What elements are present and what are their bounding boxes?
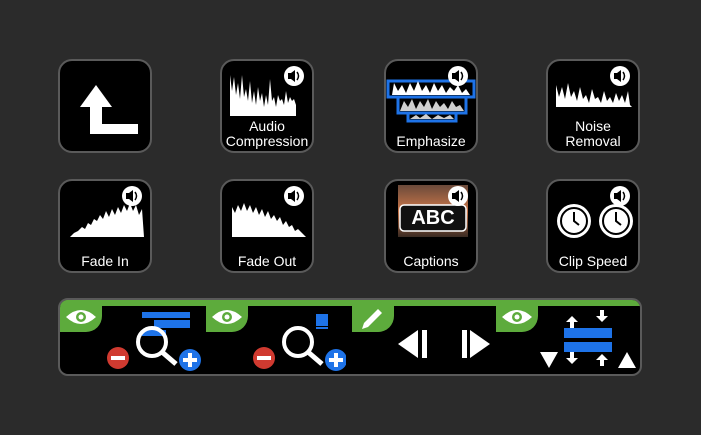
key-label: Audio Compression (225, 118, 309, 149)
prev-next-icon[interactable] (394, 324, 494, 364)
emphasize-key[interactable]: Emphasize (384, 59, 478, 153)
speaker-icon (610, 66, 630, 86)
back-key[interactable] (58, 59, 152, 153)
clip-speed-key[interactable]: Clip Speed (546, 179, 640, 273)
speaker-icon (448, 186, 468, 206)
zoom-timeline-icon[interactable] (100, 306, 212, 376)
fade-out-key[interactable]: Fade Out (220, 179, 314, 273)
key-label: Captions (403, 253, 459, 269)
audio-compression-key[interactable]: Audio Compression (220, 59, 314, 153)
fade-in-key[interactable]: Fade In (58, 179, 152, 273)
eye-icon[interactable] (500, 306, 534, 328)
track-height-icon[interactable] (536, 308, 640, 374)
key-label: Fade In (81, 253, 129, 269)
key-label: Emphasize (396, 133, 466, 149)
key-label: Clip Speed (558, 253, 628, 269)
captions-badge: ABC (411, 207, 455, 229)
speaker-icon (284, 66, 304, 86)
captions-key[interactable]: ABC Captions (384, 179, 478, 273)
speaker-icon (122, 186, 142, 206)
eye-icon[interactable] (210, 306, 244, 328)
key-label: Fade Out (237, 253, 297, 269)
speaker-icon (284, 186, 304, 206)
back-arrow-icon (80, 85, 138, 134)
noise-removal-key[interactable]: Noise Removal (546, 59, 640, 153)
dial-strip[interactable] (58, 298, 642, 376)
speaker-icon (610, 186, 630, 206)
pencil-icon[interactable] (358, 303, 388, 329)
eye-icon[interactable] (64, 306, 98, 328)
key-label: Noise Removal (565, 118, 621, 149)
zoom-clip-icon[interactable] (246, 306, 346, 376)
speaker-icon (448, 66, 468, 86)
